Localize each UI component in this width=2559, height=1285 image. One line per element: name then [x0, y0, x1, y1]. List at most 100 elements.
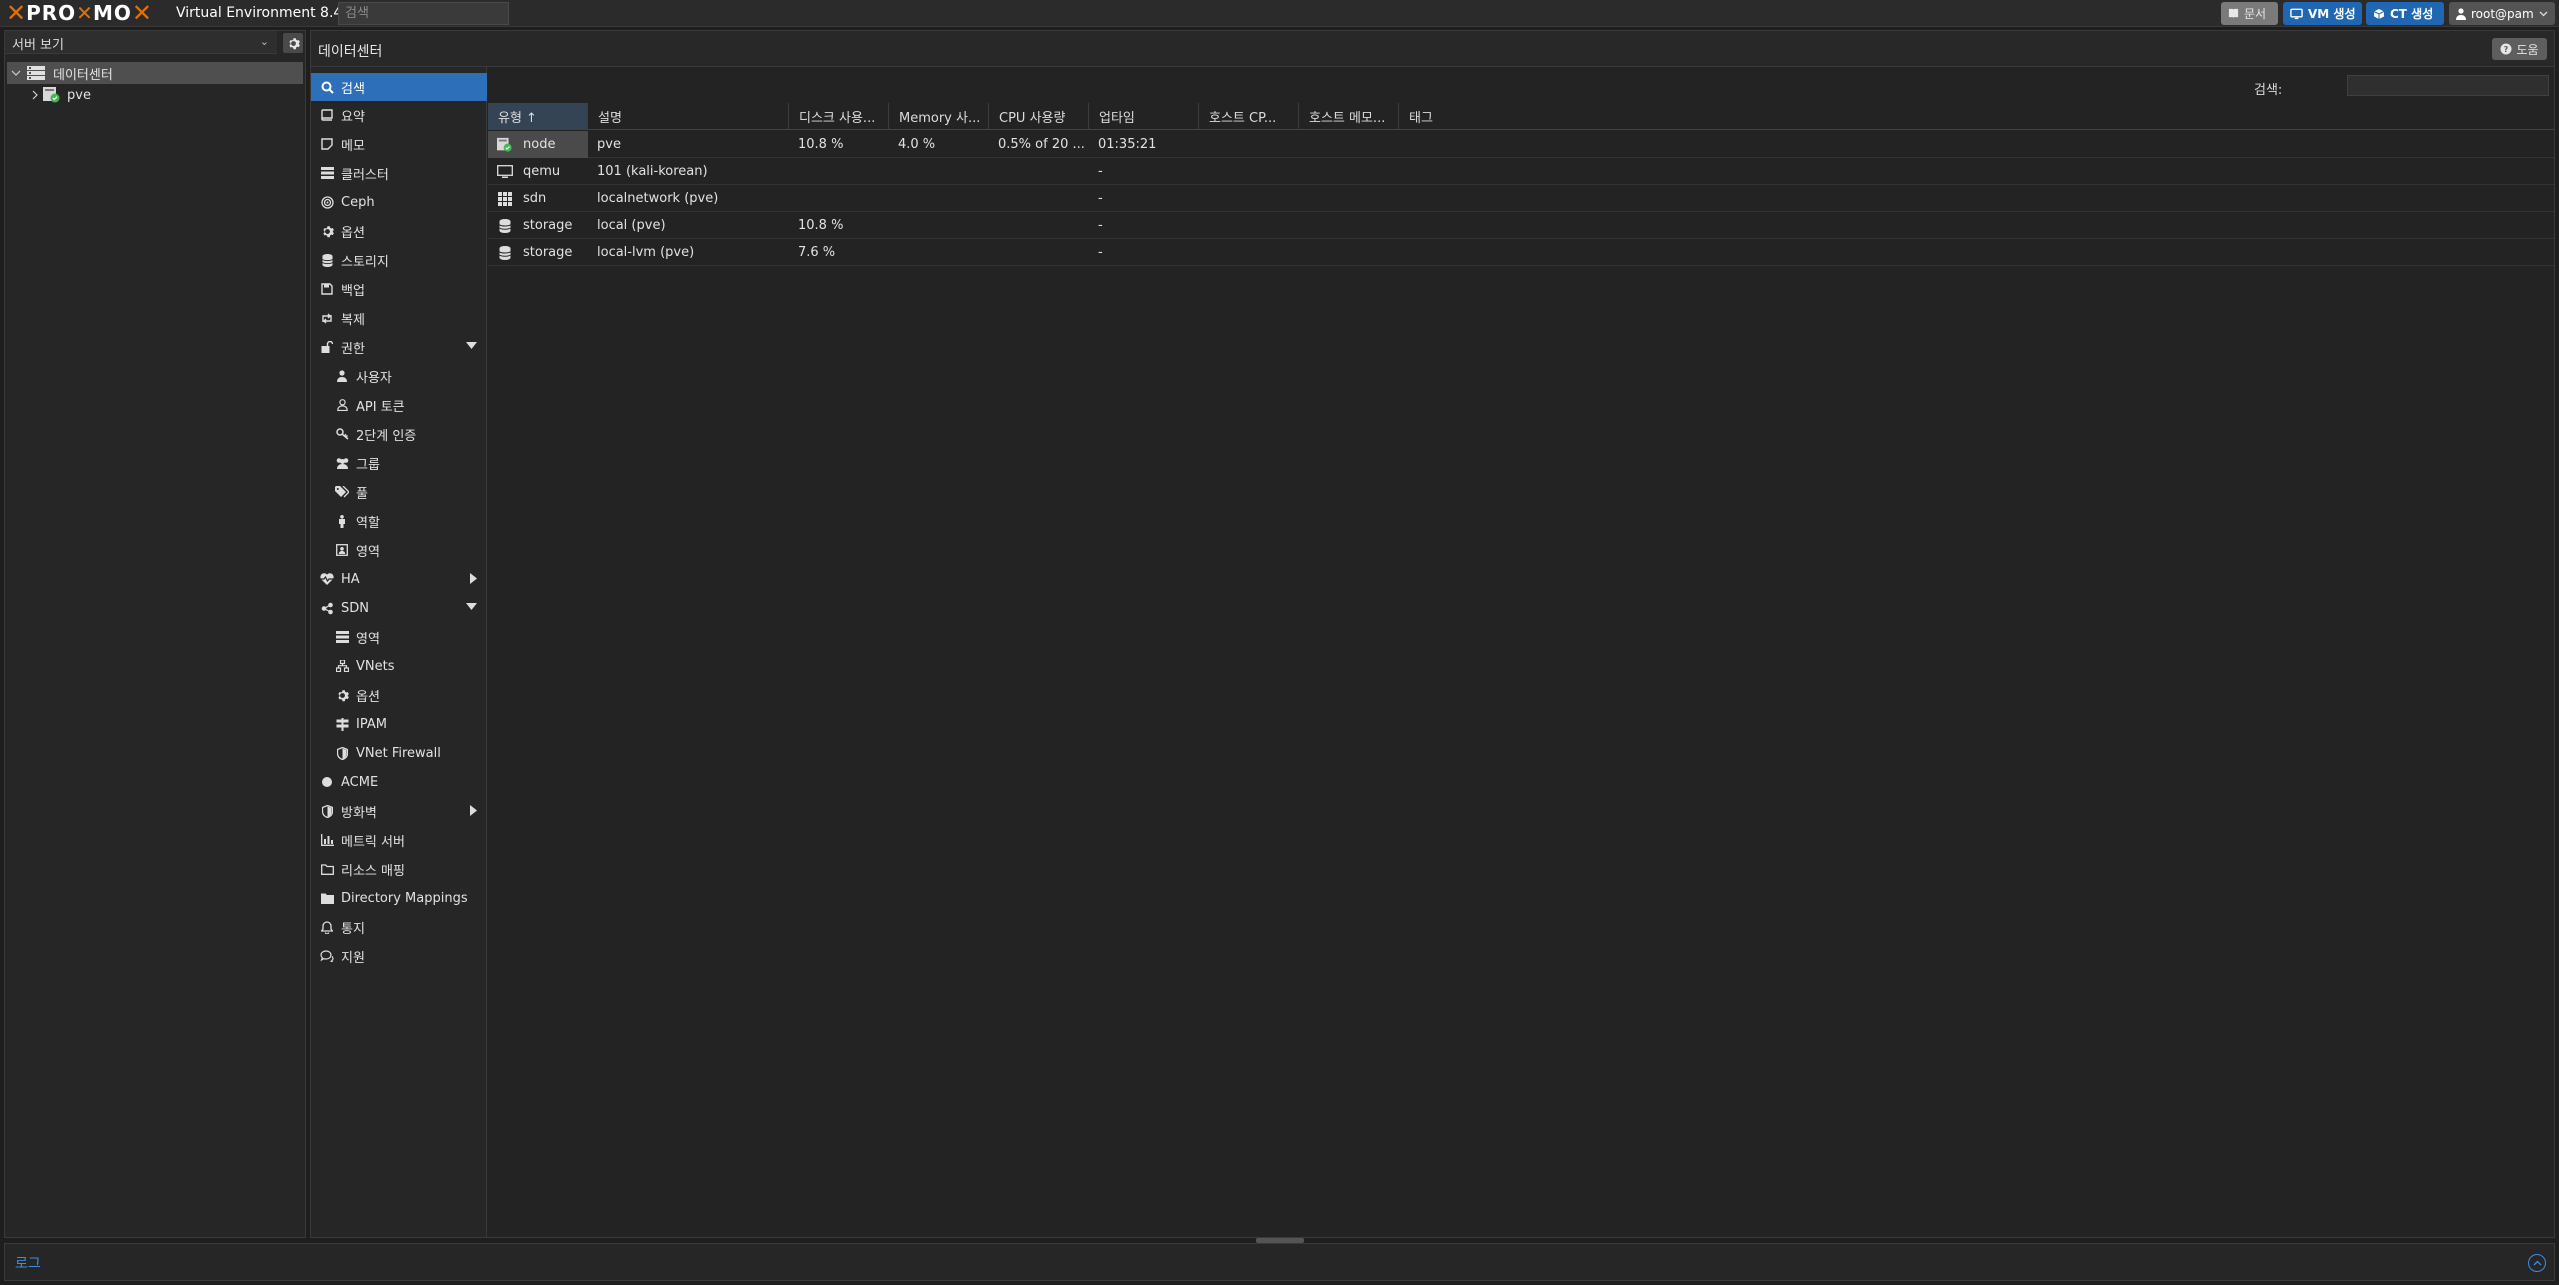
column-header-tags[interactable]: 태그 — [1399, 103, 2554, 130]
column-header-uptime[interactable]: 업타임 — [1089, 103, 1199, 130]
resource-tree-panel: 서버 보기 ⌄ 데이터센터 pve — [4, 30, 306, 1238]
menu-item-groups[interactable]: 그룹 — [311, 449, 487, 477]
cell-type-label: sdn — [523, 191, 547, 206]
cell-type: qemu — [488, 158, 588, 185]
menu-label: 검색 — [341, 81, 365, 97]
menu-item-search[interactable]: 검색 — [311, 73, 487, 101]
menu-item-resource-mappings[interactable]: 리소스 매핑 — [311, 855, 487, 883]
menu-item-ceph[interactable]: Ceph — [311, 188, 487, 216]
cell-type: sdn — [488, 185, 588, 212]
proxmox-logo[interactable]: ✕ PRO ✕ MO ✕ — [6, 1, 152, 25]
cell-memory — [889, 158, 989, 185]
menu-item-ha[interactable]: HA — [311, 565, 487, 593]
menu-label: 요약 — [341, 109, 365, 125]
menu-item-two-factor[interactable]: 2단계 인증 — [311, 420, 487, 448]
menu-item-vnets[interactable]: VNets — [311, 652, 487, 680]
log-panel-title[interactable]: 로그 — [15, 1253, 41, 1273]
server-stack-icon — [334, 629, 350, 645]
menu-item-permissions[interactable]: 권한 — [311, 333, 487, 361]
menu-item-notes[interactable]: 메모 — [311, 130, 487, 158]
menu-item-realms[interactable]: 영역 — [311, 536, 487, 564]
chevron-up-icon — [2533, 1260, 2541, 1266]
documentation-button[interactable]: 문서 — [2221, 2, 2278, 25]
tree-item-node-pve[interactable]: pve — [7, 84, 303, 106]
grid-search-input[interactable] — [2347, 75, 2549, 96]
table-row[interactable]: qemu 101 (kali-korean) - — [488, 158, 2554, 185]
cell-tags — [1399, 239, 2554, 266]
column-header-cpu-usage[interactable]: CPU 사용량 — [989, 103, 1089, 130]
menu-item-sdn-options[interactable]: 옵션 — [311, 681, 487, 709]
help-label: 도움 — [2516, 42, 2539, 57]
shield-icon — [334, 745, 350, 761]
menu-item-api-tokens[interactable]: API 토큰 — [311, 391, 487, 419]
node-label: pve — [67, 87, 91, 103]
menu-label: 리소스 매핑 — [341, 863, 405, 879]
cell-type-label: node — [523, 137, 556, 152]
menu-item-acme[interactable]: ACME — [311, 768, 487, 796]
search-icon — [319, 79, 335, 95]
create-vm-button[interactable]: VM 생성 — [2283, 2, 2362, 25]
cell-tags — [1399, 212, 2554, 239]
user-icon — [334, 368, 350, 384]
cell-type-label: qemu — [523, 164, 561, 179]
gear-icon — [288, 37, 300, 49]
menu-label: VNets — [356, 658, 395, 674]
column-header-description[interactable]: 설명 — [588, 103, 789, 130]
column-header-type[interactable]: 유형 ↑ — [488, 103, 588, 130]
server-stack-icon — [319, 165, 335, 181]
menu-item-cluster[interactable]: 클러스터 — [311, 159, 487, 187]
menu-label: ACME — [341, 774, 379, 790]
expand-log-button[interactable] — [2528, 1254, 2546, 1272]
menu-item-firewall[interactable]: 방화벽 — [311, 797, 487, 825]
menu-item-directory-mappings[interactable]: Directory Mappings — [311, 884, 487, 912]
grid-header: 유형 ↑ 설명 디스크 사용... Memory 사... CPU 사용량 업타… — [488, 103, 2554, 130]
menu-item-metric-server[interactable]: 메트릭 서버 — [311, 826, 487, 854]
create-vm-label: VM 생성 — [2308, 7, 2356, 21]
cell-disk — [789, 158, 889, 185]
cell-host-memory — [1299, 212, 1399, 239]
collapse-arrow-icon — [32, 90, 38, 100]
cell-host-cpu — [1199, 239, 1299, 266]
menu-item-sdn[interactable]: SDN — [311, 594, 487, 622]
menu-item-replication[interactable]: 복제 — [311, 304, 487, 332]
menu-item-users[interactable]: 사용자 — [311, 362, 487, 390]
global-search-input[interactable] — [338, 2, 509, 25]
menu-item-storage[interactable]: 스토리지 — [311, 246, 487, 274]
caret-right-icon[interactable] — [470, 573, 477, 584]
table-row[interactable]: node pve 10.8 % 4.0 % 0.5% of 20 ... 01:… — [488, 131, 2554, 158]
menu-item-vnet-firewall[interactable]: VNet Firewall — [311, 739, 487, 767]
menu-item-sdn-zones[interactable]: 영역 — [311, 623, 487, 651]
create-ct-button[interactable]: CT 생성 — [2366, 2, 2444, 25]
server-view-select[interactable]: 서버 보기 ⌄ — [5, 31, 277, 54]
help-button[interactable]: ? 도움 — [2492, 38, 2547, 60]
menu-item-summary[interactable]: 요약 — [311, 101, 487, 129]
caret-down-icon[interactable] — [466, 342, 477, 349]
menu-item-support[interactable]: 지원 — [311, 942, 487, 970]
menu-item-notifications[interactable]: 통지 — [311, 913, 487, 941]
caret-down-icon[interactable] — [466, 603, 477, 610]
shield-icon — [319, 803, 335, 819]
column-header-host-cpu[interactable]: 호스트 CP... — [1199, 103, 1299, 130]
menu-item-pools[interactable]: 풀 — [311, 478, 487, 506]
menu-item-roles[interactable]: 역할 — [311, 507, 487, 535]
user-menu-button[interactable]: root@pam — [2449, 2, 2555, 25]
table-row[interactable]: sdn localnetwork (pve) - — [488, 185, 2554, 212]
book-icon — [319, 107, 335, 123]
menu-label: IPAM — [356, 716, 387, 732]
menu-item-backup[interactable]: 백업 — [311, 275, 487, 303]
grid-toolbar: 검색: — [488, 67, 2554, 103]
column-header-host-memory[interactable]: 호스트 메모... — [1299, 103, 1399, 130]
cell-disk: 10.8 % — [798, 218, 844, 233]
tree-item-datacenter[interactable]: 데이터센터 — [7, 62, 303, 84]
column-header-disk-usage[interactable]: 디스크 사용... — [789, 103, 889, 130]
table-row[interactable]: storage local (pve) 10.8 % - — [488, 212, 2554, 239]
column-header-memory-usage[interactable]: Memory 사... — [889, 103, 989, 130]
cell-uptime: - — [1098, 191, 1103, 206]
caret-right-icon[interactable] — [470, 805, 477, 816]
cell-type: storage — [488, 212, 588, 239]
tree-settings-button[interactable] — [283, 33, 303, 53]
monitor-icon — [497, 164, 513, 180]
menu-item-ipam[interactable]: IPAM — [311, 710, 487, 738]
menu-item-options[interactable]: 옵션 — [311, 217, 487, 245]
table-row[interactable]: storage local-lvm (pve) 7.6 % - — [488, 239, 2554, 266]
